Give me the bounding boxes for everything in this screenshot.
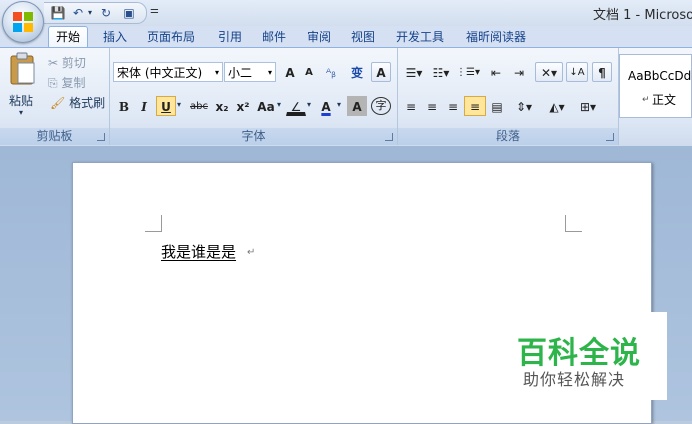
clear-formatting-button[interactable]: ᴬᵦ bbox=[320, 62, 342, 82]
paragraph-group-label: 段落 bbox=[398, 128, 618, 145]
bold-button[interactable]: B bbox=[115, 96, 133, 116]
format-painter-button[interactable]: 🖌 格式刷 bbox=[50, 94, 105, 111]
font-launcher-icon[interactable] bbox=[385, 133, 393, 141]
subscript-button[interactable]: x₂ bbox=[212, 96, 232, 116]
style-preview-text: AaBbCcDdI bbox=[628, 69, 692, 83]
superscript-button[interactable]: x² bbox=[233, 96, 253, 116]
decrease-indent-button[interactable]: ⇤ bbox=[485, 62, 507, 82]
font-color-button[interactable]: A bbox=[316, 96, 336, 116]
strikethrough-button[interactable]: abc bbox=[187, 96, 211, 116]
margin-corner-top-left bbox=[145, 215, 162, 232]
undo-icon[interactable]: ↶ bbox=[70, 4, 86, 22]
highlight-dropdown-icon[interactable]: ▾ bbox=[307, 100, 311, 109]
font-group-label: 字体 bbox=[110, 128, 397, 145]
watermark-subtitle: 助你轻松解决 bbox=[523, 370, 626, 389]
margin-corner-top-right bbox=[565, 215, 582, 232]
shading-button[interactable]: ◭▾ bbox=[542, 96, 572, 116]
brush-icon: 🖌 bbox=[50, 96, 66, 110]
font-size-select[interactable]: 小二 ▾ bbox=[224, 62, 276, 82]
quick-access-toolbar: 💾 ↶ ▾ ↻ ▣ bbox=[44, 2, 147, 24]
save-icon[interactable]: 💾 bbox=[50, 4, 66, 22]
print-preview-icon[interactable]: ▣ bbox=[120, 4, 138, 22]
document-text[interactable]: 我是谁是是 bbox=[161, 241, 236, 262]
paragraph-launcher-icon[interactable] bbox=[606, 133, 614, 141]
style-normal[interactable]: AaBbCcDdI ↵ 正文 bbox=[619, 54, 692, 118]
grow-font-button[interactable]: A bbox=[280, 62, 300, 82]
show-marks-button[interactable]: ¶ bbox=[592, 62, 612, 82]
tab-home[interactable]: 开始 bbox=[48, 26, 89, 48]
bullets-button[interactable]: ☰▾ bbox=[401, 62, 427, 82]
cut-button[interactable]: ✂ 剪切 bbox=[48, 54, 86, 71]
font-size-value: 小二 bbox=[228, 66, 253, 80]
office-logo-icon bbox=[13, 12, 33, 32]
paste-icon bbox=[10, 52, 35, 85]
shrink-font-button[interactable]: A bbox=[300, 62, 318, 82]
paragraph-mark-icon: ↵ bbox=[247, 247, 256, 258]
tab-references[interactable]: 引用 bbox=[218, 28, 242, 47]
clipboard-group: 粘贴 ▾ ✂ 剪切 ⎘ 复制 🖌 格式刷 剪贴板 bbox=[0, 48, 110, 145]
office-button[interactable] bbox=[2, 1, 44, 43]
customize-qat-icon[interactable]: ⚌ bbox=[150, 5, 159, 16]
tab-insert[interactable]: 插入 bbox=[103, 28, 127, 47]
distributed-button[interactable]: ▤ bbox=[487, 96, 507, 116]
borders-button[interactable]: ⊞▾ bbox=[574, 96, 602, 116]
change-case-dropdown-icon[interactable]: ▾ bbox=[277, 100, 281, 109]
align-center-button[interactable]: ≡ bbox=[422, 96, 442, 116]
chinese-layout-button[interactable]: ✕▾ bbox=[535, 62, 563, 82]
scissors-icon: ✂ bbox=[48, 56, 59, 70]
copy-icon: ⎘ bbox=[48, 76, 58, 90]
align-right-button[interactable]: ≡ bbox=[443, 96, 463, 116]
increase-indent-button[interactable]: ⇥ bbox=[508, 62, 530, 82]
change-case-button[interactable]: Aa bbox=[255, 96, 277, 116]
font-group: 宋体 (中文正文) ▾ 小二 ▾ A A ᴬᵦ 变 A B I U ▾ abc … bbox=[110, 48, 398, 145]
font-color-dropdown-icon[interactable]: ▾ bbox=[337, 100, 341, 109]
copy-label: 复制 bbox=[61, 76, 86, 90]
paragraph-group: ☰▾ ☷▾ ⋮☰▾ ⇤ ⇥ ✕▾ ↓A ¶ ≡ ≡ ≡ ≡ ▤ ⇕▾ ◭▾ ⊞▾… bbox=[398, 48, 619, 145]
enclose-characters-button[interactable]: 字 bbox=[371, 97, 391, 115]
undo-dropdown-icon[interactable]: ▾ bbox=[86, 4, 94, 22]
copy-button[interactable]: ⎘ 复制 bbox=[48, 74, 85, 91]
tab-mailings[interactable]: 邮件 bbox=[262, 28, 286, 47]
tab-view[interactable]: 视图 bbox=[351, 28, 375, 47]
font-name-dropdown-icon: ▾ bbox=[214, 68, 219, 77]
tab-foxit-reader[interactable]: 福昕阅读器 bbox=[466, 28, 526, 47]
line-spacing-button[interactable]: ⇕▾ bbox=[510, 96, 538, 116]
underline-dropdown-icon[interactable]: ▾ bbox=[177, 100, 181, 109]
phonetic-guide-button[interactable]: 变 bbox=[346, 62, 368, 82]
paragraph-mark-icon: ↵ bbox=[642, 95, 650, 105]
character-shading-button[interactable]: A bbox=[347, 96, 367, 116]
tab-review[interactable]: 审阅 bbox=[307, 28, 331, 47]
font-name-value: 宋体 (中文正文) bbox=[117, 66, 203, 80]
numbering-button[interactable]: ☷▾ bbox=[428, 62, 454, 82]
title-bar: 💾 ↶ ▾ ↻ ▣ ⚌ 文档 1 - Microsof bbox=[0, 0, 692, 26]
window-title: 文档 1 - Microsof bbox=[593, 8, 692, 23]
character-border-button[interactable]: A bbox=[371, 62, 391, 82]
justify-button[interactable]: ≡ bbox=[464, 96, 486, 116]
cut-label: 剪切 bbox=[61, 56, 86, 70]
underline-button[interactable]: U bbox=[156, 96, 176, 116]
multilevel-list-button[interactable]: ⋮☰▾ bbox=[455, 62, 481, 82]
paste-dropdown-icon: ▾ bbox=[19, 108, 24, 117]
sort-button[interactable]: ↓A bbox=[566, 62, 588, 82]
paste-button[interactable]: 粘贴 ▾ bbox=[5, 52, 41, 122]
tab-developer[interactable]: 开发工具 bbox=[396, 28, 444, 47]
format-painter-label: 格式刷 bbox=[69, 96, 106, 110]
font-name-select[interactable]: 宋体 (中文正文) ▾ bbox=[113, 62, 223, 82]
style-name-label: 正文 bbox=[652, 93, 677, 107]
watermark: 百科全说 助你轻松解决 bbox=[505, 312, 667, 400]
italic-button[interactable]: I bbox=[135, 96, 153, 116]
paste-label: 粘贴 bbox=[9, 94, 34, 108]
highlight-color-button[interactable]: ∠ bbox=[286, 96, 306, 116]
ribbon: 粘贴 ▾ ✂ 剪切 ⎘ 复制 🖌 格式刷 剪贴板 宋体 (中文正文) ▾ 小二 … bbox=[0, 47, 692, 147]
redo-icon[interactable]: ↻ bbox=[98, 4, 114, 22]
ribbon-tabs: 开始 插入 页面布局 引用 邮件 审阅 视图 开发工具 福昕阅读器 bbox=[0, 26, 692, 48]
clipboard-group-label: 剪贴板 bbox=[0, 128, 109, 145]
align-left-button[interactable]: ≡ bbox=[401, 96, 421, 116]
font-size-dropdown-icon: ▾ bbox=[267, 68, 272, 77]
clipboard-launcher-icon[interactable] bbox=[97, 133, 105, 141]
tab-page-layout[interactable]: 页面布局 bbox=[147, 28, 195, 47]
